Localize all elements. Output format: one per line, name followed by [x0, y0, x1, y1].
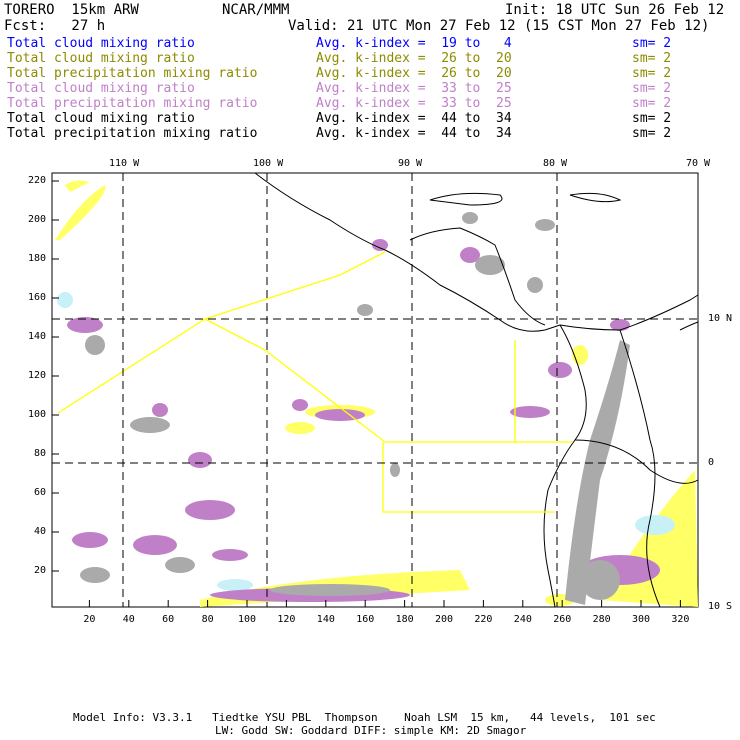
x-tick-label: 260 — [553, 614, 572, 625]
x-tick-label: 160 — [356, 614, 375, 625]
map — [51, 172, 699, 608]
x-tick-label: 20 — [83, 614, 96, 625]
x-tick-label: 40 — [122, 614, 135, 625]
model-info-line2: LW: Godd SW: Goddard DIFF: simple KM: 2D… — [215, 724, 527, 737]
x-tick-label: 120 — [277, 614, 296, 625]
x-tick-label: 80 — [201, 614, 214, 625]
model-info-line1: Model Info: V3.3.1 Tiedtke YSU PBL Thomp… — [73, 711, 656, 724]
x-tick-label: 180 — [395, 614, 414, 625]
x-tick-label: 300 — [632, 614, 651, 625]
x-tick-label: 320 — [671, 614, 690, 625]
y-tick-label: 20 — [33, 565, 46, 576]
latitude-label: 10 S — [708, 601, 733, 612]
longitude-label: 70 W — [686, 158, 711, 169]
y-tick-label: 180 — [27, 253, 46, 264]
x-tick-label: 100 — [238, 614, 257, 625]
y-tick-label: 160 — [27, 292, 46, 303]
x-tick-label: 240 — [513, 614, 532, 625]
x-tick-label: 60 — [162, 614, 175, 625]
y-tick-label: 120 — [27, 370, 46, 381]
y-tick-label: 40 — [33, 526, 46, 537]
y-tick-label: 60 — [33, 487, 46, 498]
y-tick-label: 80 — [33, 448, 46, 459]
x-tick-label: 200 — [435, 614, 454, 625]
longitude-label: 90 W — [398, 158, 423, 169]
x-tick-label: 280 — [592, 614, 611, 625]
longitude-label: 110 W — [109, 158, 140, 169]
y-tick-label: 220 — [27, 175, 46, 186]
longitude-label: 80 W — [543, 158, 568, 169]
x-tick-label: 140 — [316, 614, 335, 625]
latitude-label: 0 — [708, 457, 715, 468]
longitude-label: 100 W — [253, 158, 284, 169]
y-tick-label: 200 — [27, 214, 46, 225]
latitude-label: 10 N — [708, 313, 733, 324]
x-tick-label: 220 — [474, 614, 493, 625]
y-tick-label: 140 — [27, 331, 46, 342]
y-tick-label: 100 — [27, 409, 46, 420]
